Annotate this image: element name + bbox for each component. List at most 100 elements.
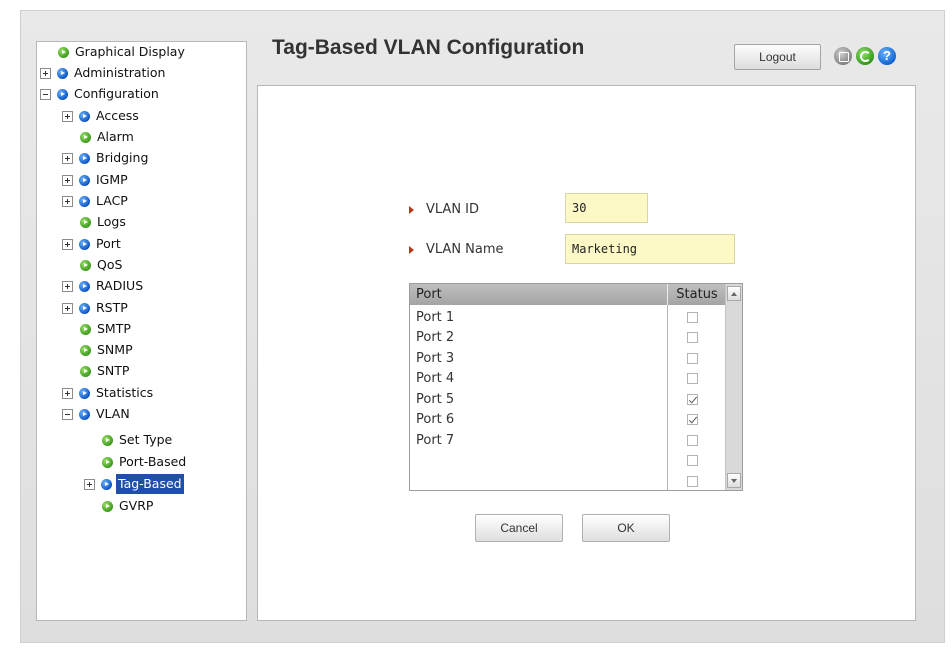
sidebar-item-label: RSTP xyxy=(96,300,128,315)
vlan-name-label-row: VLAN Name xyxy=(409,242,504,257)
sidebar-item[interactable]: Statistics xyxy=(62,383,155,403)
port-status-checkbox[interactable] xyxy=(687,414,698,425)
sidebar-item-label: Configuration xyxy=(74,86,159,101)
sidebar-item-label: Alarm xyxy=(97,129,134,144)
sidebar-item[interactable]: Port-Based xyxy=(102,452,188,472)
node-arrow-icon xyxy=(79,152,90,164)
collapse-icon[interactable] xyxy=(62,408,73,420)
port-table: Port Status Port 1 Port 2 Port 3 Port 4 Port… xyxy=(409,283,743,491)
sidebar-item-label: GVRP xyxy=(119,498,154,513)
page-title: Tag-Based VLAN Configuration xyxy=(272,36,585,59)
node-arrow-icon xyxy=(79,174,90,186)
port-status-checkbox[interactable] xyxy=(687,373,698,384)
expand-icon[interactable] xyxy=(62,152,73,164)
expand-icon[interactable] xyxy=(62,195,73,207)
expand-icon[interactable] xyxy=(62,387,73,399)
port-status-checkbox[interactable] xyxy=(687,455,698,466)
sidebar-item[interactable]: Configuration xyxy=(40,84,161,104)
sidebar-item[interactable]: SMTP xyxy=(80,319,133,339)
sidebar-item[interactable]: RSTP xyxy=(62,298,130,318)
port-name: Port 7 xyxy=(416,432,455,448)
expand-icon[interactable] xyxy=(62,238,73,250)
port-row xyxy=(410,451,726,471)
sidebar-item-label: RADIUS xyxy=(96,278,144,293)
expand-icon[interactable] xyxy=(62,174,73,186)
expand-icon[interactable] xyxy=(62,110,73,122)
sidebar-item[interactable]: SNMP xyxy=(80,340,135,360)
sidebar-item[interactable]: Access xyxy=(62,106,141,126)
arrow-right-icon xyxy=(409,245,414,254)
sidebar-item-label: QoS xyxy=(97,257,123,272)
port-name: Port 2 xyxy=(416,330,455,345)
help-icon[interactable]: ? xyxy=(878,47,896,65)
vlan-id-input[interactable] xyxy=(565,193,648,223)
expand-icon[interactable] xyxy=(62,302,73,314)
port-row: Port 2 xyxy=(410,328,726,348)
port-column-header[interactable]: Port xyxy=(410,284,667,305)
node-arrow-icon xyxy=(102,500,113,512)
port-name: Port 4 xyxy=(416,371,455,386)
sidebar-item-label: Port xyxy=(96,236,121,251)
sidebar-item-label: SMTP xyxy=(97,321,131,336)
port-row: Port 5 xyxy=(410,389,726,409)
port-status-checkbox[interactable] xyxy=(687,393,698,405)
port-status-checkbox[interactable] xyxy=(687,352,698,364)
node-arrow-icon xyxy=(79,302,90,314)
sidebar-item[interactable]: Tag-Based xyxy=(84,474,184,494)
node-arrow-icon xyxy=(79,280,90,292)
sidebar-item[interactable]: Port xyxy=(62,234,123,254)
node-arrow-icon xyxy=(79,195,90,207)
sidebar-item[interactable]: GVRP xyxy=(102,496,155,516)
expand-icon[interactable] xyxy=(40,67,51,79)
node-arrow-icon xyxy=(79,387,90,399)
sidebar-item[interactable]: IGMP xyxy=(62,170,130,190)
sidebar-item[interactable]: VLAN xyxy=(62,404,132,424)
port-name: Port 3 xyxy=(416,350,455,366)
status-column-header[interactable]: Status xyxy=(667,284,726,305)
expand-icon[interactable] xyxy=(84,478,95,490)
sidebar-item[interactable]: Bridging xyxy=(62,148,150,168)
vlan-name-input[interactable] xyxy=(565,234,735,264)
port-table-header: Port Status xyxy=(410,284,726,305)
scroll-down-icon[interactable] xyxy=(727,473,741,488)
sidebar-item-label: Port-Based xyxy=(119,454,187,469)
port-status-checkbox[interactable] xyxy=(687,311,698,323)
port-status-checkbox[interactable] xyxy=(687,475,698,487)
logout-button[interactable]: Logout xyxy=(734,44,821,70)
port-row: Port 1 xyxy=(410,307,726,327)
sidebar-item-label: Set Type xyxy=(119,432,173,447)
sidebar-item[interactable]: Logs xyxy=(80,212,128,232)
sidebar-item[interactable]: Set Type xyxy=(102,430,174,450)
port-name: Port 6 xyxy=(416,412,455,427)
sidebar-item[interactable]: RADIUS xyxy=(62,276,145,296)
scroll-up-icon[interactable] xyxy=(727,286,741,301)
node-arrow-icon xyxy=(58,46,69,58)
vlan-id-label-row: VLAN ID xyxy=(409,202,479,217)
port-row: Port 4 xyxy=(410,369,726,389)
navigation-tree xyxy=(36,41,247,621)
sidebar-item[interactable]: SNTP xyxy=(80,361,131,381)
port-table-scrollbar[interactable] xyxy=(725,284,742,490)
arrow-right-icon xyxy=(409,205,414,214)
node-arrow-icon xyxy=(80,216,91,228)
sidebar-item[interactable]: Administration xyxy=(40,63,167,83)
sidebar-item-label: Access xyxy=(96,108,139,123)
ok-button[interactable]: OK xyxy=(582,514,670,542)
sidebar-item-label: Bridging xyxy=(96,150,149,165)
sidebar-item[interactable]: Graphical Display xyxy=(58,42,187,62)
expand-icon[interactable] xyxy=(62,280,73,292)
sidebar-item[interactable]: Alarm xyxy=(80,127,136,147)
collapse-icon[interactable] xyxy=(40,88,51,100)
cancel-button[interactable]: Cancel xyxy=(475,514,563,542)
refresh-icon[interactable] xyxy=(856,47,874,65)
port-status-checkbox[interactable] xyxy=(687,434,698,446)
sidebar-item[interactable]: QoS xyxy=(80,255,124,275)
port-status-checkbox[interactable] xyxy=(687,332,698,343)
sidebar-item-label: LACP xyxy=(96,193,128,208)
sidebar-item[interactable]: LACP xyxy=(62,191,130,211)
save-icon[interactable] xyxy=(834,47,852,65)
port-row: Port 3 xyxy=(410,348,726,368)
node-arrow-icon xyxy=(57,88,68,100)
node-arrow-icon xyxy=(79,110,90,122)
sidebar-item-label: Tag-Based xyxy=(116,474,184,494)
